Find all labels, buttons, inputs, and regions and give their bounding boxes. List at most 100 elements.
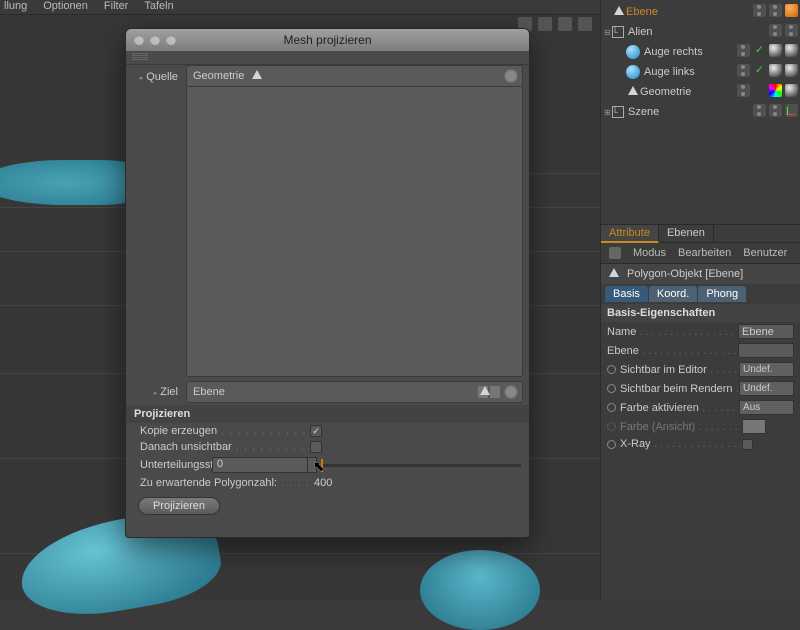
tab-ebenen[interactable]: Ebenen	[659, 225, 714, 242]
gear-icon[interactable]	[609, 247, 621, 259]
null-icon	[612, 26, 624, 38]
menu-item[interactable]: Tafeln	[144, 0, 173, 14]
polygon-icon	[250, 70, 264, 82]
menu-item[interactable]: Filter	[104, 0, 128, 14]
menu-item[interactable]: Bearbeiten	[678, 247, 731, 259]
object-header-label: Polygon-Objekt [Ebene]	[627, 268, 743, 280]
attribute-menu: Modus Bearbeiten Benutzer	[601, 243, 800, 264]
visibility-icon[interactable]	[753, 4, 766, 17]
group-title: Basis-Eigenschaften	[601, 304, 800, 322]
subdiv-slider[interactable]	[321, 464, 521, 467]
tree-row[interactable]: Auge rechts ✓	[603, 42, 800, 62]
prop-farbe-ansicht-swatch[interactable]	[742, 419, 766, 434]
prop-sicht-render-label: Sichtbar beim Rendern	[607, 383, 739, 395]
visibility-icon[interactable]	[737, 64, 750, 77]
prop-ebene-label: Ebene	[607, 345, 738, 357]
tree-row[interactable]: Geometrie	[603, 82, 800, 102]
prop-ebene-input[interactable]	[738, 343, 794, 358]
menu-item[interactable]: llung	[4, 0, 27, 14]
subtab-basis[interactable]: Basis	[605, 286, 648, 302]
tag-icon[interactable]	[769, 64, 782, 77]
object-header: Polygon-Objekt [Ebene]	[601, 264, 800, 284]
sphere-icon	[626, 65, 640, 79]
prop-farbe-ansicht-label: Farbe (Ansicht)	[607, 421, 742, 433]
tag-icon[interactable]	[769, 44, 782, 57]
expander-icon[interactable]: ⊟	[603, 28, 612, 37]
invisible-after-checkbox[interactable]	[310, 441, 322, 453]
subtab-phong[interactable]: Phong	[698, 286, 746, 302]
tree-item-label: Alien	[628, 26, 652, 38]
subtab-koord[interactable]: Koord.	[649, 286, 697, 302]
check-icon[interactable]: ✓	[753, 44, 766, 57]
prop-sicht-editor-select[interactable]: Undef.	[739, 362, 794, 377]
tag-icon[interactable]	[785, 84, 798, 97]
picker-icon[interactable]	[504, 69, 518, 83]
object-manager[interactable]: Ebene ⊟ Alien Auge rechts ✓ Auge links ✓…	[601, 0, 800, 225]
tree-row-ebene[interactable]: Ebene	[603, 2, 800, 22]
mesh-object	[420, 550, 540, 630]
arrow-icon[interactable]	[490, 386, 500, 398]
plane-icon	[612, 6, 626, 18]
right-panel: Ebene ⊟ Alien Auge rechts ✓ Auge links ✓…	[600, 0, 800, 600]
visibility-icon[interactable]	[753, 104, 766, 117]
visibility-icon[interactable]	[785, 24, 798, 37]
menu-item[interactable]: Modus	[633, 247, 666, 259]
tree-row-szene[interactable]: ⊞ Szene	[603, 102, 800, 122]
source-field[interactable]: Geometrie	[186, 65, 523, 87]
subdiv-label: Unterteilungsstufe	[140, 459, 212, 471]
prop-sicht-editor-label: Sichtbar im Editor	[607, 364, 739, 376]
dialog-grip[interactable]	[126, 53, 529, 65]
source-label: Quelle	[126, 65, 186, 83]
tag-icon[interactable]	[785, 44, 798, 57]
dialog-titlebar[interactable]: Mesh projizieren	[126, 29, 529, 51]
tag-icon[interactable]	[785, 64, 798, 77]
viewport-tool-icon[interactable]	[558, 17, 572, 31]
mesh-project-dialog: Mesh projizieren Quelle Geometrie Ziel E…	[125, 28, 530, 538]
axis-icon[interactable]	[785, 104, 798, 117]
menu-item[interactable]: Benutzer	[743, 247, 787, 259]
polycount-value: 400	[314, 477, 332, 489]
attribute-subtabs: Basis Koord. Phong	[601, 284, 800, 302]
visibility-icon[interactable]	[769, 104, 782, 117]
tree-row[interactable]: Auge links ✓	[603, 62, 800, 82]
plane-icon	[626, 86, 640, 98]
tag-icon[interactable]	[769, 84, 782, 97]
visibility-icon[interactable]	[769, 4, 782, 17]
polycount-label: Zu erwartende Polygonzahl:	[140, 477, 310, 489]
sphere-icon	[626, 45, 640, 59]
prop-name-input[interactable]	[738, 324, 794, 339]
prop-sicht-render-select[interactable]: Undef.	[739, 381, 794, 396]
dialog-title: Mesh projizieren	[126, 33, 529, 47]
subdiv-input[interactable]: 0	[212, 457, 308, 473]
visibility-icon[interactable]	[737, 84, 750, 97]
copy-checkbox[interactable]	[310, 425, 322, 437]
spinner-icon[interactable]	[307, 457, 317, 473]
viewport-toolbar	[518, 17, 592, 31]
picker-icon[interactable]	[504, 385, 518, 399]
tree-row-alien[interactable]: ⊟ Alien	[603, 22, 800, 42]
prop-farbe-akt-select[interactable]: Aus	[739, 400, 794, 415]
section-header: Projizieren	[126, 405, 529, 423]
source-value: Geometrie	[193, 70, 244, 82]
tree-item-label: Szene	[628, 106, 659, 118]
invisible-after-label: Danach unsichtbar	[140, 441, 310, 453]
check-icon[interactable]: ✓	[753, 64, 766, 77]
menu-item[interactable]: Optionen	[43, 0, 88, 14]
project-button[interactable]: Projizieren	[138, 497, 220, 515]
source-dropzone[interactable]	[186, 87, 523, 377]
prop-name-label: Name	[607, 326, 738, 338]
target-field[interactable]: Ebene	[186, 381, 523, 403]
tree-item-label: Auge rechts	[644, 46, 703, 58]
tag-icon[interactable]	[785, 4, 798, 17]
prop-xray-checkbox[interactable]	[742, 439, 753, 450]
tree-item-label: Auge links	[644, 66, 695, 78]
viewport-tool-icon[interactable]	[578, 17, 592, 31]
prop-xray-label: X-Ray	[607, 438, 742, 450]
viewport-tool-icon[interactable]	[538, 17, 552, 31]
prop-farbe-akt-label: Farbe aktivieren	[607, 402, 739, 414]
expander-icon[interactable]: ⊞	[603, 108, 612, 117]
visibility-icon[interactable]	[737, 44, 750, 57]
copy-label: Kopie erzeugen	[140, 425, 310, 437]
tab-attribute[interactable]: Attribute	[601, 225, 659, 243]
visibility-icon[interactable]	[769, 24, 782, 37]
